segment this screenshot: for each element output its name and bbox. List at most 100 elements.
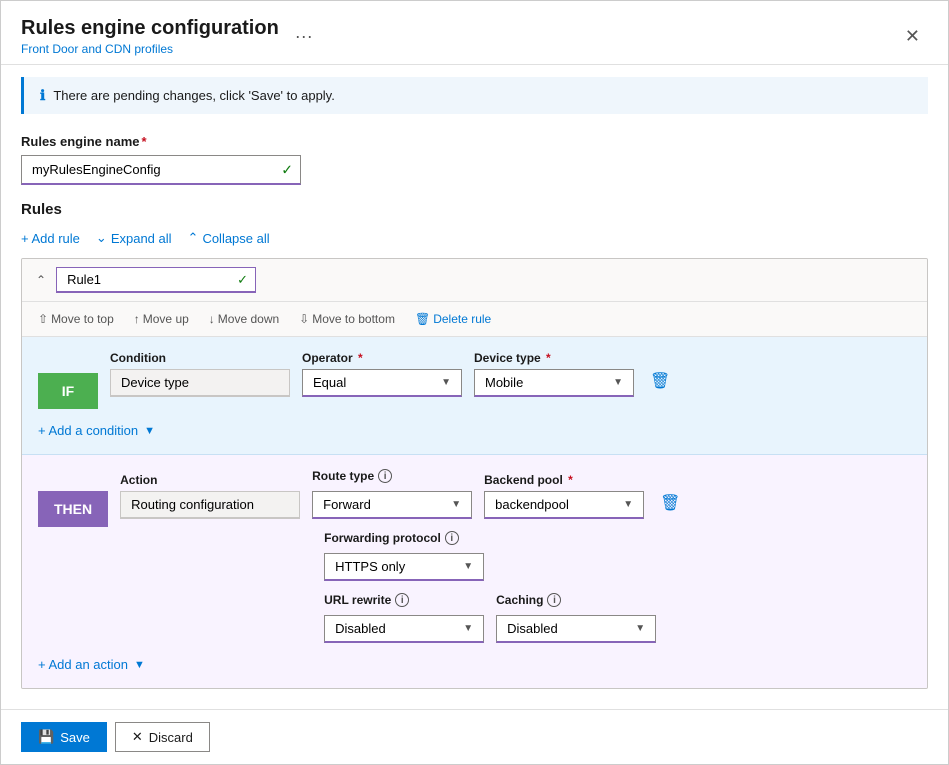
caching-chevron-icon: ▼ <box>635 623 645 634</box>
move-up-button[interactable]: ↑ Move up <box>130 310 193 328</box>
caching-label-group: Caching i <box>496 593 656 607</box>
operator-label: Operator * <box>302 351 462 365</box>
operator-field-group: Operator * Equal ▼ <box>302 351 462 397</box>
url-rewrite-field-group: URL rewrite i Disabled ▼ <box>324 593 484 643</box>
rule-name-check-icon: ✓ <box>237 272 248 288</box>
banner-text: There are pending changes, click 'Save' … <box>53 88 335 103</box>
collapse-all-button[interactable]: ⌃ Collapse all <box>188 228 270 248</box>
delete-icon: 🗑 <box>415 312 430 326</box>
backend-pool-label: Backend pool * <box>484 473 644 487</box>
title-group: Rules engine configuration Front Door an… <box>21 17 319 56</box>
route-type-label-group: Route type i <box>312 469 472 483</box>
move-to-top-button[interactable]: ⇧ Move to top <box>34 310 118 328</box>
info-icon: ℹ <box>40 87 45 104</box>
add-action-chevron-icon: ▼ <box>134 659 145 671</box>
action-field-group: Action Routing configuration <box>120 473 300 519</box>
condition-delete-button[interactable]: 🗑 <box>646 369 674 393</box>
caching-select[interactable]: Disabled ▼ <box>496 615 656 643</box>
modal-subtitle: Front Door and CDN profiles <box>21 42 279 56</box>
delete-rule-button[interactable]: 🗑 Delete rule <box>411 310 495 328</box>
move-to-bottom-icon: ⇩ <box>299 312 309 326</box>
condition-field-group: Condition Device type <box>110 351 290 397</box>
add-rule-button[interactable]: + Add rule <box>21 229 80 248</box>
modal-body: Rules engine name* ✓ Rules + Add rule ⌄ … <box>1 126 948 709</box>
backend-pool-field-group: Backend pool * backendpool ▼ <box>484 473 644 519</box>
rule-name-wrapper: ✓ <box>56 267 256 293</box>
device-type-field-group: Device type * Mobile ▼ <box>474 351 634 397</box>
route-type-select[interactable]: Forward ▼ <box>312 491 472 519</box>
condition-select[interactable]: Device type <box>110 369 290 397</box>
move-down-icon: ↓ <box>209 312 215 326</box>
backend-pool-chevron-icon: ▼ <box>623 499 633 510</box>
rules-toolbar: + Add rule ⌄ Expand all ⌃ Collapse all <box>21 228 928 248</box>
then-fields-row3: URL rewrite i Disabled ▼ Cachi <box>120 593 911 643</box>
ellipsis-button[interactable]: ··· <box>289 24 319 49</box>
modal-header: Rules engine configuration Front Door an… <box>1 1 948 65</box>
route-type-chevron-icon: ▼ <box>451 499 461 510</box>
route-type-info-icon: i <box>378 469 392 483</box>
then-fields-row1: Action Routing configuration Route type … <box>120 469 911 519</box>
caching-info-icon: i <box>547 593 561 607</box>
device-type-chevron-icon: ▼ <box>613 377 623 388</box>
modal: Rules engine configuration Front Door an… <box>0 0 949 765</box>
forwarding-protocol-label-group: Forwarding protocol i <box>324 531 484 545</box>
rule-block: ⌃ ✓ ⇧ Move to top ↑ Move up ↓ Move <box>21 258 928 689</box>
move-down-button[interactable]: ↓ Move down <box>205 310 283 328</box>
add-action-bar: + Add an action ▼ <box>38 655 911 674</box>
move-up-icon: ↑ <box>134 312 140 326</box>
url-rewrite-select[interactable]: Disabled ▼ <box>324 615 484 643</box>
action-select[interactable]: Routing configuration <box>120 491 300 519</box>
forwarding-protocol-info-icon: i <box>445 531 459 545</box>
then-fields-row2: Forwarding protocol i HTTPS only ▼ <box>324 531 911 581</box>
device-type-label: Device type * <box>474 351 634 365</box>
rule-header: ⌃ ✓ <box>22 259 927 302</box>
add-condition-chevron-icon: ▼ <box>144 425 155 437</box>
then-fields: Action Routing configuration Route type … <box>120 469 911 643</box>
save-icon: 💾 <box>38 729 54 745</box>
move-to-bottom-button[interactable]: ⇩ Move to bottom <box>295 310 399 328</box>
forwarding-protocol-chevron-icon: ▼ <box>463 561 473 572</box>
modal-title: Rules engine configuration <box>21 17 279 40</box>
add-action-button[interactable]: + Add an action <box>38 655 128 674</box>
condition-label: Condition <box>110 351 290 365</box>
then-badge: THEN <box>38 491 108 527</box>
condition-fields-row: Condition Device type Operator * <box>110 351 911 397</box>
info-banner: ℹ There are pending changes, click 'Save… <box>21 77 928 114</box>
caching-field-group: Caching i Disabled ▼ <box>496 593 656 643</box>
engine-name-input-wrapper: ✓ <box>21 155 301 185</box>
url-rewrite-info-icon: i <box>395 593 409 607</box>
add-condition-button[interactable]: + Add a condition <box>38 421 138 440</box>
forwarding-protocol-field-group: Forwarding protocol i HTTPS only ▼ <box>324 531 484 581</box>
rule-actions-bar: ⇧ Move to top ↑ Move up ↓ Move down ⇩ Mo… <box>22 302 927 337</box>
device-type-select[interactable]: Mobile ▼ <box>474 369 634 397</box>
url-rewrite-label-group: URL rewrite i <box>324 593 484 607</box>
operator-select[interactable]: Equal ▼ <box>302 369 462 397</box>
rule-name-input[interactable] <box>56 267 256 293</box>
if-section: IF Condition Device type Ope <box>22 337 927 455</box>
if-fields: Condition Device type Operator * <box>110 351 911 397</box>
discard-button[interactable]: ✕ Discard <box>115 722 210 752</box>
rules-section-title: Rules <box>21 201 928 218</box>
move-to-top-icon: ⇧ <box>38 312 48 326</box>
rule-collapse-button[interactable]: ⌃ <box>34 271 48 289</box>
modal-footer: 💾 Save ✕ Discard <box>1 709 948 764</box>
route-type-field-group: Route type i Forward ▼ <box>312 469 472 519</box>
input-check-icon: ✓ <box>281 162 293 179</box>
backend-pool-select[interactable]: backendpool ▼ <box>484 491 644 519</box>
discard-icon: ✕ <box>132 729 143 745</box>
url-rewrite-chevron-icon: ▼ <box>463 623 473 634</box>
if-badge: IF <box>38 373 98 409</box>
action-row: THEN Action Routing configuration <box>38 469 911 643</box>
expand-all-button[interactable]: ⌄ Expand all <box>96 228 172 248</box>
action-delete-button[interactable]: 🗑 <box>656 491 684 515</box>
add-condition-bar: + Add a condition ▼ <box>38 421 911 440</box>
action-label: Action <box>120 473 300 487</box>
engine-name-label: Rules engine name* <box>21 134 928 149</box>
save-button[interactable]: 💾 Save <box>21 722 107 752</box>
engine-name-input[interactable] <box>21 155 301 185</box>
then-section: THEN Action Routing configuration <box>22 455 927 688</box>
operator-chevron-icon: ▼ <box>441 377 451 388</box>
condition-row: IF Condition Device type Ope <box>38 351 911 409</box>
close-button[interactable]: ✕ <box>897 22 928 51</box>
forwarding-protocol-select[interactable]: HTTPS only ▼ <box>324 553 484 581</box>
